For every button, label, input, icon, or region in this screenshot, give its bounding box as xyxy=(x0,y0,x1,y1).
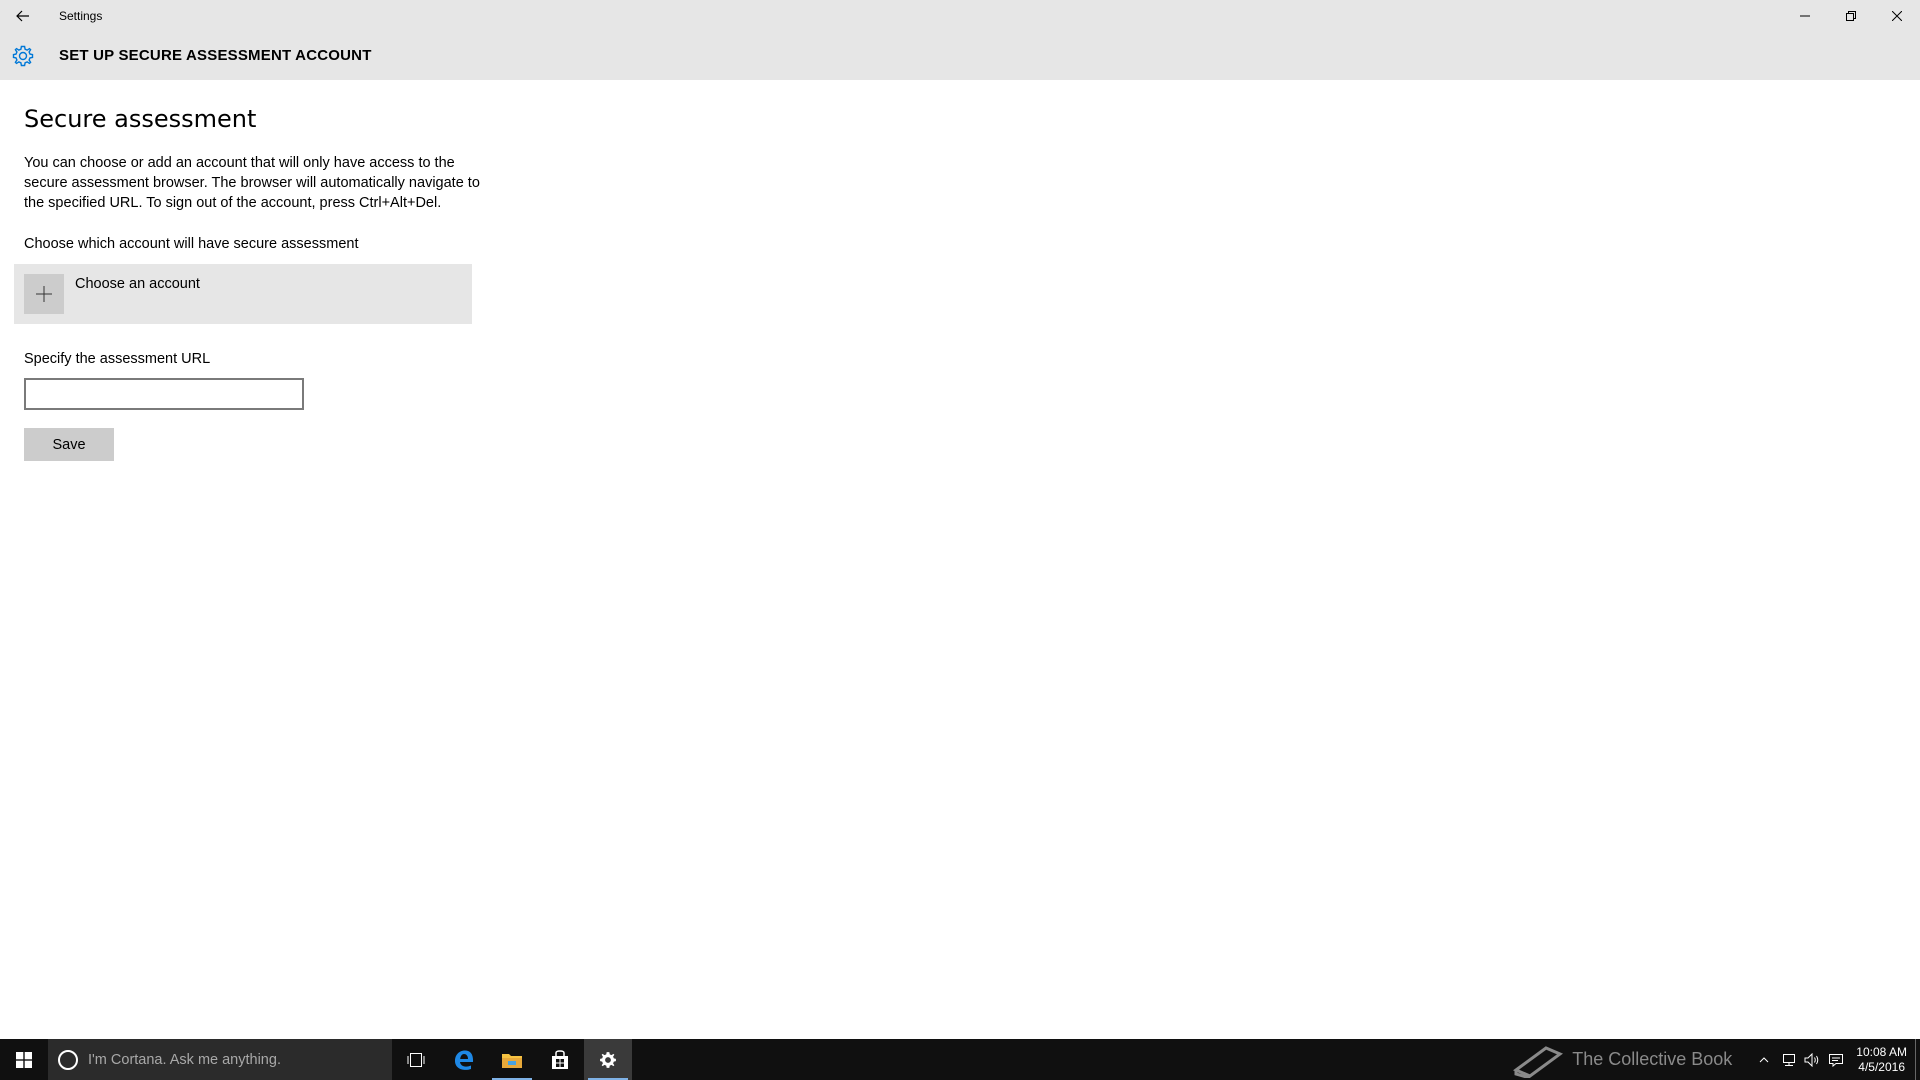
close-icon xyxy=(1892,10,1902,21)
clock[interactable]: 10:08 AM 4/5/2016 xyxy=(1848,1045,1915,1075)
clock-time: 10:08 AM xyxy=(1856,1044,1907,1059)
settings-icon xyxy=(600,1051,616,1068)
store-icon xyxy=(552,1049,568,1069)
system-tray: The Collective Book 10:08 AM 4/5/2016 xyxy=(1512,1039,1920,1080)
window-title: Settings xyxy=(59,8,103,23)
save-button[interactable]: Save xyxy=(24,428,114,461)
taskbar-store[interactable] xyxy=(536,1039,584,1080)
choose-account-button[interactable]: Choose an account xyxy=(14,264,472,324)
show-desktop-button[interactable] xyxy=(1915,1039,1920,1080)
search-placeholder: I'm Cortana. Ask me anything. xyxy=(88,1051,281,1068)
close-button[interactable] xyxy=(1874,0,1920,31)
volume-button[interactable] xyxy=(1800,1039,1824,1080)
file-explorer-icon xyxy=(502,1053,522,1068)
gear-icon xyxy=(12,45,34,66)
volume-icon xyxy=(1804,1052,1819,1067)
plus-tile xyxy=(24,274,64,314)
title-bar: Settings xyxy=(0,0,1920,31)
start-button[interactable] xyxy=(0,1039,48,1080)
header-title: SET UP SECURE ASSESSMENT ACCOUNT xyxy=(59,47,372,64)
action-center-icon xyxy=(1829,1053,1844,1067)
taskbar-settings[interactable] xyxy=(584,1039,632,1080)
minimize-icon xyxy=(1800,15,1810,16)
window-controls xyxy=(1782,0,1920,31)
back-button[interactable] xyxy=(0,0,46,31)
cortana-search-box[interactable]: I'm Cortana. Ask me anything. xyxy=(48,1039,392,1080)
watermark: The Collective Book xyxy=(1512,1042,1732,1078)
restore-icon xyxy=(1846,10,1856,21)
account-section-label: Choose which account will have secure as… xyxy=(24,236,359,252)
settings-window: Settings SET UP SECURE ASSESSMENT ACCOUN… xyxy=(0,0,1920,1039)
chevron-up-icon xyxy=(1759,1056,1769,1062)
back-arrow-icon xyxy=(16,10,29,21)
page-title: Secure assessment xyxy=(24,105,257,133)
edge-icon xyxy=(455,1050,474,1070)
task-view-button[interactable] xyxy=(392,1039,440,1080)
task-view-icon xyxy=(407,1052,425,1067)
taskbar-edge[interactable] xyxy=(440,1039,488,1080)
network-button[interactable] xyxy=(1776,1039,1800,1080)
book-icon xyxy=(1513,1045,1564,1078)
restore-button[interactable] xyxy=(1828,0,1874,31)
cortana-icon xyxy=(58,1049,78,1070)
watermark-text: The Collective Book xyxy=(1572,1049,1733,1069)
windows-start-icon xyxy=(16,1051,32,1068)
plus-icon xyxy=(36,286,52,302)
description-text: You can choose or add an account that wi… xyxy=(24,155,480,211)
network-icon xyxy=(1783,1053,1796,1066)
taskbar-file-explorer[interactable] xyxy=(488,1039,536,1080)
page-header: SET UP SECURE ASSESSMENT ACCOUNT xyxy=(0,31,1920,80)
show-hidden-icons-button[interactable] xyxy=(1752,1039,1776,1080)
minimize-button[interactable] xyxy=(1782,0,1828,31)
url-label: Specify the assessment URL xyxy=(24,351,211,367)
clock-date: 4/5/2016 xyxy=(1858,1059,1905,1074)
taskbar: I'm Cortana. Ask me anything. The Collec… xyxy=(0,1039,1920,1080)
assessment-url-input[interactable] xyxy=(24,378,304,410)
choose-account-label: Choose an account xyxy=(75,276,200,292)
action-center-button[interactable] xyxy=(1824,1039,1848,1080)
